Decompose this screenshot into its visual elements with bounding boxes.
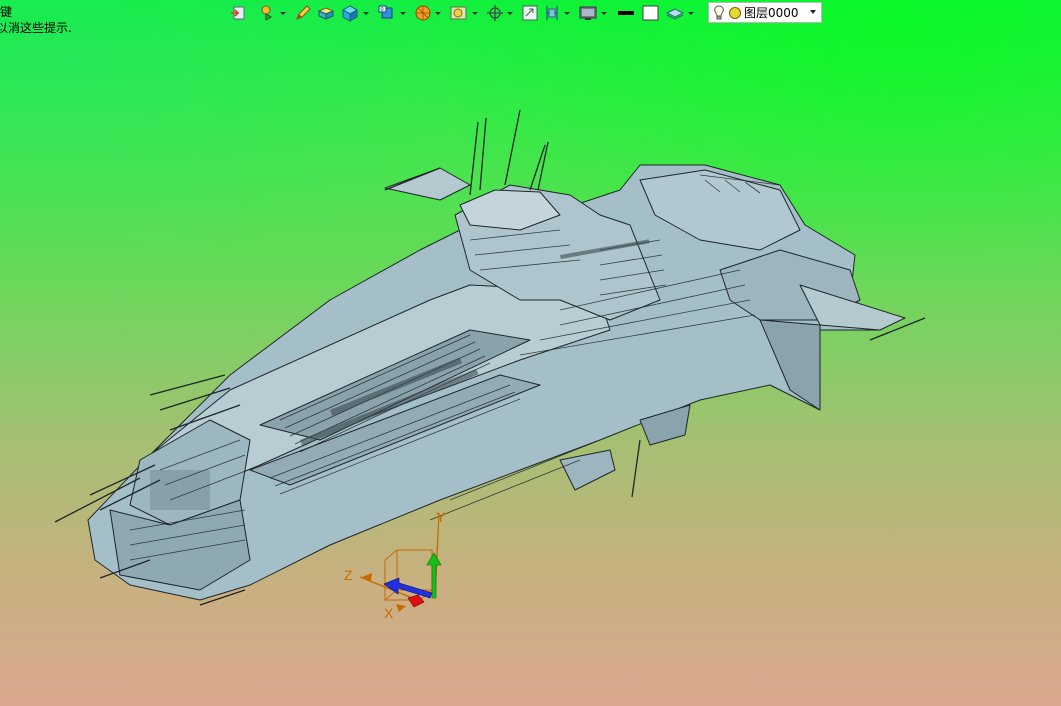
- spaceship-3d-model[interactable]: Z X Y: [0, 0, 1061, 706]
- y-axis-arrow: [426, 552, 442, 599]
- z-axis-label: Z: [344, 567, 353, 583]
- x-axis-arrow: [407, 594, 425, 608]
- y-axis-label: Y: [436, 509, 446, 525]
- x-axis-label: X: [384, 605, 394, 621]
- ventral-pod: [559, 449, 616, 491]
